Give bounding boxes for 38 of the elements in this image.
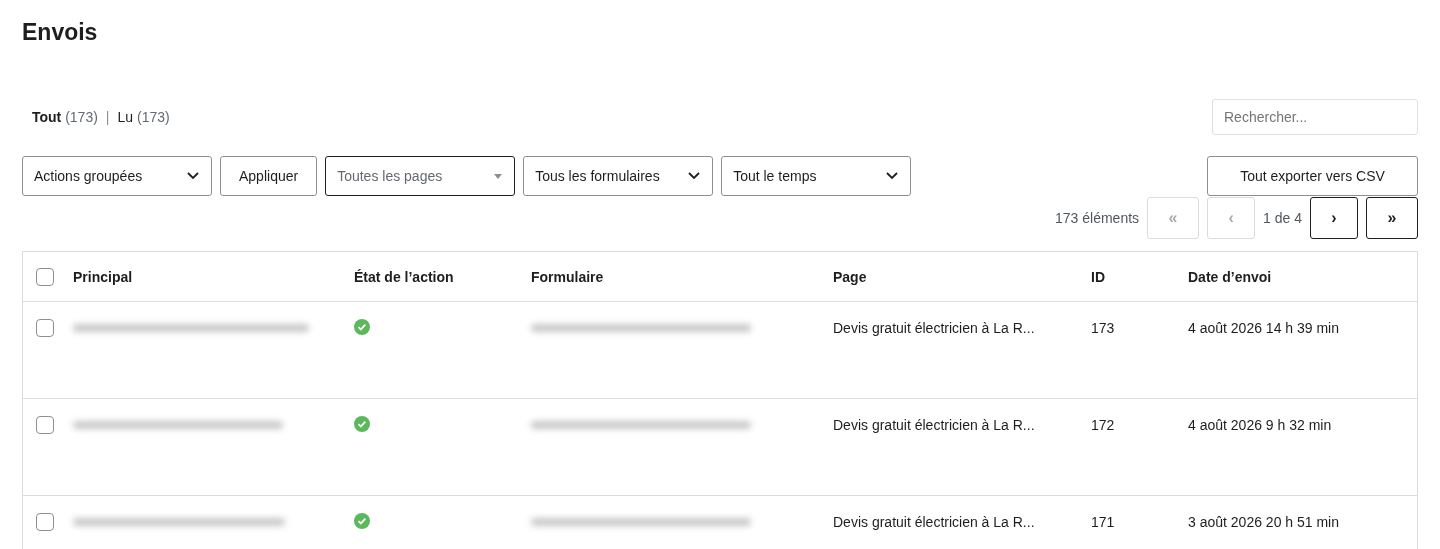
pagination-button[interactable]: › — [1310, 197, 1358, 239]
export-csv-button[interactable]: Tout exporter vers CSV — [1207, 156, 1418, 196]
column-header: Date d’envoi — [1188, 269, 1272, 285]
chevron-down-icon — [688, 172, 701, 180]
table-cell: 3 août 2026 20 h 51 min — [1188, 514, 1339, 530]
table-cell: 171 — [1091, 514, 1115, 530]
chevron-down-icon — [187, 172, 199, 180]
column-header: Principal — [73, 269, 133, 285]
separator: | — [105, 109, 110, 125]
checkbox[interactable] — [36, 268, 54, 286]
checkbox[interactable] — [36, 319, 54, 337]
table-cell: Devis gratuit électricien à La R... — [833, 320, 1035, 336]
caret-down-icon — [494, 173, 503, 179]
checkbox[interactable] — [36, 513, 54, 531]
bulk-actions-select[interactable]: Actions groupées — [22, 156, 212, 196]
column-header: Formulaire — [531, 269, 604, 285]
apply-button[interactable]: Appliquer — [220, 156, 318, 196]
view-filter-link[interactable]: Tout (173) — [32, 109, 98, 125]
item-count: 173 éléments — [1055, 210, 1140, 226]
table-cell: 173 — [1091, 320, 1115, 336]
table-cell: 4 août 2026 14 h 39 min — [1188, 320, 1339, 336]
checkbox[interactable] — [36, 416, 54, 434]
chevron-down-icon — [886, 172, 899, 180]
table-cell: 4 août 2026 9 h 32 min — [1188, 417, 1332, 433]
pagination-button[interactable]: » — [1366, 197, 1418, 239]
column-header: ID — [1091, 269, 1105, 285]
table-cell: Devis gratuit électricien à La R... — [833, 417, 1035, 433]
table-cell: Devis gratuit électricien à La R... — [833, 514, 1035, 530]
forms-filter-select[interactable]: Tous les formulaires — [523, 156, 714, 196]
column-header: État de l’action — [354, 269, 454, 285]
column-header: Page — [833, 269, 867, 285]
page-indicator: 1 de 4 — [1263, 210, 1302, 226]
view-filter-link[interactable]: Lu (173) — [117, 109, 170, 125]
table-cell: 172 — [1091, 417, 1115, 433]
date-filter-select[interactable]: Tout le temps — [721, 156, 912, 196]
pages-filter-select[interactable]: Toutes les pages — [325, 156, 516, 196]
search-field[interactable]: Rechercher... — [1212, 99, 1418, 135]
page-title: Envois — [22, 18, 99, 47]
